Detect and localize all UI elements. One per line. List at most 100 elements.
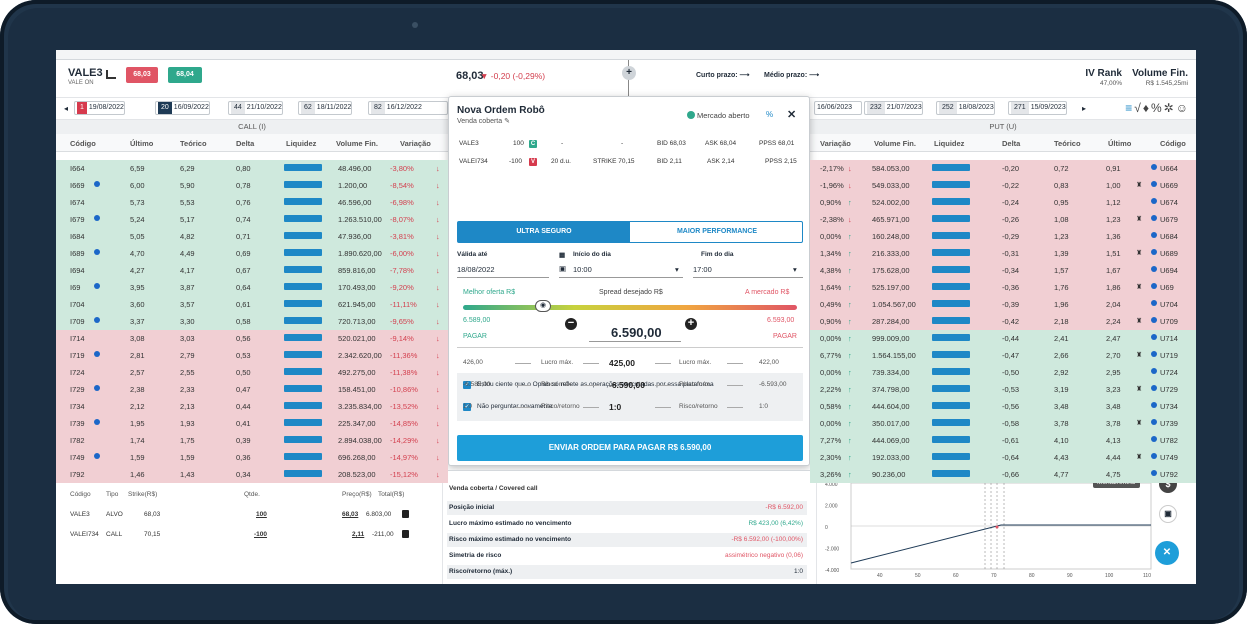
col-header[interactable]: Teórico	[180, 139, 207, 148]
put-row[interactable]: -2,38% 465.971,00 -0,26 1,08 1,23 U679 ↓ ♜	[810, 211, 1196, 228]
spread-value-input[interactable]: 6.590,00	[611, 325, 662, 340]
minus-icon[interactable]: −	[565, 318, 577, 330]
ticker-symbol[interactable]: VALE3	[68, 67, 103, 79]
calendar-icon[interactable]: ▦	[559, 251, 565, 259]
trash-icon[interactable]	[402, 510, 409, 520]
percent-icon[interactable]: %	[1151, 101, 1164, 115]
col-header[interactable]: Liquidez	[286, 139, 316, 148]
spread-slider-handle[interactable]: ◉	[535, 300, 551, 312]
trash-icon[interactable]	[402, 530, 409, 540]
put-row[interactable]: -2,17% 584.053,00 -0,20 0,72 0,91 U664 ↓	[810, 160, 1196, 177]
smile-icon[interactable]: ☺	[1176, 101, 1190, 115]
call-row[interactable]: I729 2,38 2,33 0,47 158.451,00 -10,86% ↓	[56, 381, 448, 398]
chevron-down-icon[interactable]: ▾	[793, 265, 797, 274]
start-time-select[interactable]: 10:00	[573, 265, 592, 274]
chevron-down-icon[interactable]: ▾	[675, 265, 679, 274]
chevron-right-icon[interactable]: ▸	[1082, 104, 1086, 113]
tab-ultra-seguro[interactable]: ULTRA SEGURO	[458, 222, 630, 242]
put-row[interactable]: 0,00% 999.009,00 -0,44 2,41 2,47 U714 ↑	[810, 330, 1196, 347]
put-row[interactable]: 0,00% 160.248,00 -0,29 1,23 1,36 U684 ↑	[810, 228, 1196, 245]
put-row[interactable]: 6,77% 1.564.155,00 -0,47 2,66 2,70 U719 ↑ ♜	[810, 347, 1196, 364]
col-header[interactable]: Delta	[1002, 139, 1020, 148]
put-cell: 739.334,00	[872, 368, 910, 377]
put-row[interactable]: 3,26% 90.236,00 -0,66 4,77 4,75 U792 ↑	[810, 466, 1196, 483]
tab-expiry-8[interactable]: 252 18/08/2023	[936, 101, 995, 115]
submit-order-button[interactable]: ENVIAR ORDEM PARA PAGAR R$ 6.590,00	[457, 435, 803, 461]
call-row[interactable]: I792 1,46 1,43 0,34 208.523,00 -15,12% ↓	[56, 466, 448, 483]
put-row[interactable]: 0,90% 524.002,00 -0,24 0,95 1,12 U674 ↑	[810, 194, 1196, 211]
leg-qty[interactable]: 100	[256, 511, 267, 518]
put-row[interactable]: 0,00% 739.334,00 -0,50 2,92 2,95 U724 ↑	[810, 364, 1196, 381]
percent-icon[interactable]: %	[766, 110, 773, 119]
col-header[interactable]: Liquidez	[934, 139, 964, 148]
end-time-select[interactable]: 17:00	[693, 265, 712, 274]
tab-expiry-2[interactable]: 20 16/09/2022	[155, 101, 210, 115]
call-row[interactable]: I739 1,95 1,93 0,41 225.347,00 -14,85% ↓	[56, 415, 448, 432]
buy-button[interactable]: 68,04	[168, 67, 202, 83]
call-row[interactable]: I69 3,95 3,87 0,64 170.493,00 -9,20% ↓	[56, 279, 448, 296]
drop-icon[interactable]: ♦	[1143, 101, 1151, 115]
dialog-subtitle[interactable]: Venda coberta ✎	[457, 117, 510, 125]
close-icon[interactable]: ✕	[787, 108, 796, 121]
col-header[interactable]: Volume Fin.	[336, 139, 378, 148]
call-row[interactable]: I684 5,05 4,82 0,71 47.936,00 -3,81% ↓	[56, 228, 448, 245]
put-row[interactable]: 2,22% 374.798,00 -0,53 3,19 3,23 U729 ↑ ♜	[810, 381, 1196, 398]
tab-maior-performance[interactable]: MAIOR PERFORMANCE	[631, 222, 803, 242]
put-row[interactable]: 4,38% 175.628,00 -0,34 1,57 1,67 U694 ↑	[810, 262, 1196, 279]
leg-qty[interactable]: -100	[254, 531, 267, 538]
save-icon[interactable]: ▣	[1159, 505, 1177, 523]
col-header[interactable]: Delta	[236, 139, 254, 148]
tab-expiry-7[interactable]: 232 21/07/2023	[864, 101, 923, 115]
valid-until-field[interactable]: 18/08/2022	[457, 265, 495, 274]
col-header[interactable]: Variação	[820, 139, 851, 148]
add-icon[interactable]: +	[622, 66, 636, 80]
put-row[interactable]: 2,30% 192.033,00 -0,64 4,43 4,44 U749 ↑ ♜	[810, 449, 1196, 466]
col-header[interactable]: Último	[1108, 139, 1131, 148]
put-row[interactable]: 7,27% 444.069,00 -0,61 4,10 4,13 U782 ↑	[810, 432, 1196, 449]
close-icon[interactable]: ✕	[1155, 541, 1179, 565]
tab-expiry-3[interactable]: 44 21/10/2022	[228, 101, 283, 115]
tab-expiry-1[interactable]: 1 19/08/2022	[74, 101, 125, 115]
call-row[interactable]: I674 5,73 5,53 0,76 46.596,00 -6,98% ↓	[56, 194, 448, 211]
put-row[interactable]: 0,00% 350.017,00 -0,58 3,78 3,78 U739 ↑ ♜	[810, 415, 1196, 432]
call-row[interactable]: I724 2,57 2,55 0,50 492.275,00 -11,38% ↓	[56, 364, 448, 381]
layers-icon[interactable]: ≡	[1125, 101, 1134, 115]
call-row[interactable]: I709 3,37 3,30 0,58 720.713,00 -9,65% ↓	[56, 313, 448, 330]
col-header[interactable]: Último	[130, 139, 153, 148]
spread-slider-track[interactable]	[463, 305, 797, 310]
col-header[interactable]: Volume Fin.	[874, 139, 916, 148]
call-row[interactable]: I679 5,24 5,17 0,74 1.263.510,00 -8,07% ↓	[56, 211, 448, 228]
call-row[interactable]: I694 4,27 4,17 0,67 859.816,00 -7,78% ↓	[56, 262, 448, 279]
put-row[interactable]: -1,96% 549.033,00 -0,22 0,83 1,00 U669 ↓ ♜	[810, 177, 1196, 194]
call-row[interactable]: I669 6,00 5,90 0,78 1.200,00 -8,54% ↓	[56, 177, 448, 194]
call-row[interactable]: I704 3,60 3,57 0,61 621.945,00 -11,11% ↓	[56, 296, 448, 313]
col-header[interactable]: Código	[1160, 139, 1186, 148]
gear-icon[interactable]: ✲	[1164, 101, 1176, 115]
tab-expiry-4[interactable]: 62 18/11/2022	[298, 101, 353, 115]
call-row[interactable]: I689 4,70 4,49 0,69 1.890.620,00 -6,00% ↓	[56, 245, 448, 262]
call-row[interactable]: I664 6,59 6,29 0,80 48.496,00 -3,80% ↓	[56, 160, 448, 177]
leg-price[interactable]: 2,11	[352, 531, 364, 538]
chevron-left-icon[interactable]: ◂	[64, 104, 68, 113]
tab-expiry-6[interactable]: 16/06/2023	[814, 101, 862, 115]
tab-expiry-9[interactable]: 271 15/09/2023	[1008, 101, 1067, 115]
call-row[interactable]: I734 2,12 2,13 0,44 3.235.834,00 -13,52% ↓	[56, 398, 448, 415]
sell-button[interactable]: 68,03	[126, 67, 158, 83]
tab-expiry-5[interactable]: 82 16/12/2022	[368, 101, 448, 115]
put-row[interactable]: 1,64% 525.197,00 -0,36 1,76 1,86 U69 ↑ ♜	[810, 279, 1196, 296]
col-header[interactable]: Código	[70, 139, 96, 148]
chart-icon[interactable]	[106, 70, 116, 79]
call-row[interactable]: I782 1,74 1,75 0,39 2.894.038,00 -14,29% ↓	[56, 432, 448, 449]
call-row[interactable]: I714 3,08 3,03 0,56 520.021,00 -9,14% ↓	[56, 330, 448, 347]
call-row[interactable]: I749 1,59 1,59 0,36 696.268,00 -14,97% ↓	[56, 449, 448, 466]
col-header[interactable]: Variação	[400, 139, 431, 148]
put-row[interactable]: 0,49% 1.054.567,00 -0,39 1,96 2,04 U704 ↑	[810, 296, 1196, 313]
leg-price[interactable]: 68,03	[342, 511, 358, 518]
sqrt-icon[interactable]: √	[1134, 101, 1143, 115]
call-row[interactable]: I719 2,81 2,79 0,53 2.342.620,00 -11,36% ↓	[56, 347, 448, 364]
put-row[interactable]: 0,58% 444.604,00 -0,56 3,48 3,48 U734 ↑	[810, 398, 1196, 415]
plus-icon[interactable]: +	[685, 318, 697, 330]
put-row[interactable]: 0,90% 287.284,00 -0,42 2,18 2,24 U709 ↑ ♜	[810, 313, 1196, 330]
col-header[interactable]: Teórico	[1054, 139, 1081, 148]
put-row[interactable]: 1,34% 216.333,00 -0,31 1,39 1,51 U689 ↑ ♜	[810, 245, 1196, 262]
